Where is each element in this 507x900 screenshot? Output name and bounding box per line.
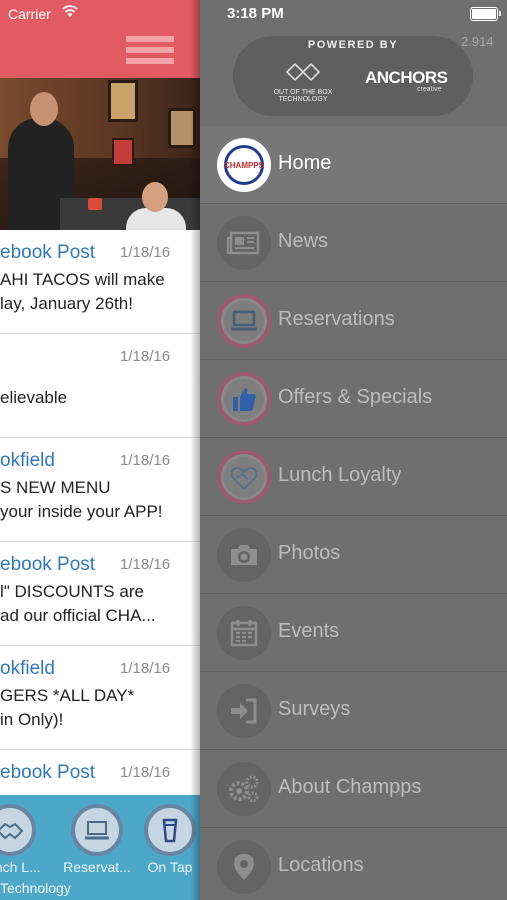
feed-item-date: 1/18/16 [120,556,171,573]
menu-item-label: Surveys [278,698,351,720]
menu-item-label: Offers & Specials [278,386,433,408]
handshake-icon [217,450,271,504]
menu-item-home[interactable]: CHAMPPS Home [200,126,507,204]
side-menu-drawer: 3:18 PM POWERED BY OUT OF THE BOX TECHNO… [200,0,507,900]
anchors-creative-text: creative [417,86,442,93]
menu-item-news[interactable]: News [200,204,507,282]
menu-item-label: Events [278,620,340,642]
menu-item-about-champps[interactable]: About Champps [200,750,507,828]
menu-item-reservations[interactable]: Reservations [200,282,507,360]
menu-item-label: About Champps [278,776,422,798]
battery-icon [470,7,501,21]
hamburger-menu-icon[interactable] [126,36,174,68]
feed-item-text: your inside your APP! [0,502,163,521]
menu-item-label: Reservations [278,308,395,330]
tab-label: Reservat... [63,859,131,875]
map-pin-icon [217,840,271,894]
feed-item-date: 1/18/16 [120,244,171,261]
status-bar: 3:18 PM [200,0,507,28]
calendar-icon [217,606,271,660]
feed-item-title: ebook Post [0,762,96,783]
beer-glass-icon [162,818,178,843]
tab-lunch-loyalty[interactable]: Lunch L... [0,795,50,875]
feed-item[interactable]: ebook Post 1/18/16 l" DISCOUNTS are ad o… [0,542,200,646]
app-content-panel[interactable]: Carrier ebook Post 1/18/16 AHI TACOS wil… [0,0,200,900]
champps-logo-text: CHAMPPS [224,160,265,170]
app-version: 2.914 [461,34,494,49]
ootb-subtext: TECHNOLOGY [278,96,328,103]
feed-item-date: 1/18/16 [120,660,171,677]
feed-item[interactable]: okfield 1/18/16 S NEW MENU your inside y… [0,438,200,542]
menu-item-label: Lunch Loyalty [278,464,402,486]
powered-by-banner[interactable]: POWERED BY OUT OF THE BOX TECHNOLOGY ANC… [233,36,473,116]
feed-item-text: S NEW MENU [0,478,111,497]
handshake-icon [0,822,24,840]
clock-time: 3:18 PM [227,5,284,22]
gears-icon [217,762,271,816]
drawer-menu: CHAMPPS Home News Reservations Offers & … [200,126,507,900]
champps-logo-icon: CHAMPPS [217,138,271,192]
feed-item-title: ebook Post [0,242,96,263]
news-feed: ebook Post 1/18/16 AHI TACOS will make l… [0,230,200,854]
feed-item-text: lay, January 26th! [0,294,133,313]
footer-text: Technology [0,880,71,896]
carrier-label: Carrier [8,6,51,22]
ootb-mark-icon [285,62,321,82]
feed-item-text: elievable [0,388,68,407]
menu-item-events[interactable]: Events [200,594,507,672]
thumbs-up-icon [217,372,271,426]
feed-item[interactable]: okfield 1/18/16 GERS *ALL DAY* in Only)! [0,646,200,750]
feed-item-text: l" DISCOUNTS are [0,582,144,601]
menu-item-label: Home [278,152,332,174]
camera-icon [217,528,271,582]
tab-label: Lunch L... [0,859,41,875]
laptop-icon [85,821,109,840]
newspaper-icon [217,216,271,270]
feed-item-title: okfield [0,658,55,679]
menu-item-locations[interactable]: Locations [200,828,507,900]
menu-item-offers-specials[interactable]: Offers & Specials [200,360,507,438]
menu-item-label: Locations [278,854,364,876]
feed-item-date: 1/18/16 [120,764,171,781]
feed-item-date: 1/18/16 [120,348,171,365]
laptop-icon [217,294,271,348]
menu-item-photos[interactable]: Photos [200,516,507,594]
feed-item-title: ebook Post [0,554,96,575]
menu-item-label: Photos [278,542,341,564]
powered-by-label: POWERED BY [307,39,399,51]
sign-in-icon [217,684,271,738]
menu-item-lunch-loyalty[interactable]: Lunch Loyalty [200,438,507,516]
feed-item-text: in Only)! [0,710,64,729]
wifi-icon [62,5,78,17]
status-bar: Carrier [0,0,200,28]
tab-reservations[interactable]: Reservat... [56,795,138,875]
feed-item-text: GERS *ALL DAY* [0,686,135,705]
hero-photo [0,78,200,230]
feed-item[interactable]: ebook Post 1/18/16 AHI TACOS will make l… [0,230,200,334]
feed-item-title: okfield [0,450,55,471]
menu-item-surveys[interactable]: Surveys [200,672,507,750]
ootb-text: OUT OF THE BOX [273,89,333,96]
out-of-the-box-logo: OUT OF THE BOX TECHNOLOGY [263,60,343,104]
feed-item-date: 1/18/16 [120,452,171,469]
feed-item-text: ad our official CHA... [0,606,156,625]
app-header [0,28,200,78]
feed-item-text: AHI TACOS will make [0,270,165,289]
feed-item[interactable]: 1/18/16 elievable [0,334,200,438]
menu-item-label: News [278,230,329,252]
anchors-logo: ANCHORS [365,68,448,87]
